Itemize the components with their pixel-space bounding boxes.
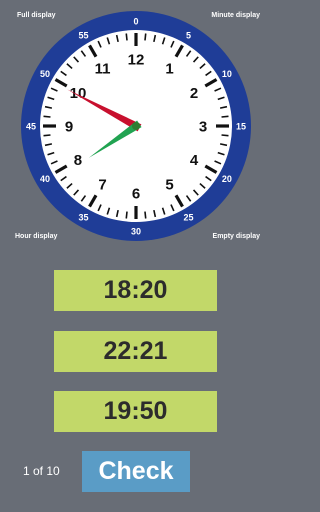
minute-number: 5 xyxy=(186,31,191,41)
hour-number: 7 xyxy=(98,177,106,194)
hour-number: 10 xyxy=(70,85,87,102)
answer-option-2[interactable]: 22:21 xyxy=(54,331,217,372)
minor-tick xyxy=(43,115,51,118)
check-button[interactable]: Check xyxy=(82,451,190,492)
minute-number: 10 xyxy=(222,69,232,79)
minute-number: 35 xyxy=(78,212,88,222)
hour-number: 5 xyxy=(165,177,173,194)
hour-number: 9 xyxy=(65,119,73,136)
minute-number: 40 xyxy=(40,174,50,184)
hour-number: 1 xyxy=(165,60,173,77)
hour-number: 12 xyxy=(128,52,145,69)
minute-number: 20 xyxy=(222,174,232,184)
minor-tick xyxy=(144,211,147,219)
answer-option-1[interactable]: 18:20 xyxy=(54,270,217,311)
hour-number: 6 xyxy=(132,186,140,203)
minor-tick xyxy=(43,134,51,137)
minor-tick xyxy=(221,134,229,137)
hour-number: 2 xyxy=(190,85,198,102)
progress-counter: 1 of 10 xyxy=(23,464,60,478)
hour-number: 8 xyxy=(74,152,82,169)
minute-number: 0 xyxy=(133,17,138,27)
minor-tick xyxy=(144,33,147,41)
clock-center-pin xyxy=(132,122,140,130)
minute-number: 15 xyxy=(236,122,246,132)
hour-number: 3 xyxy=(199,119,207,136)
hour-number: 4 xyxy=(190,152,199,169)
hour-number: 11 xyxy=(95,60,111,77)
minute-number: 25 xyxy=(183,212,193,222)
minute-number: 50 xyxy=(40,69,50,79)
answer-option-3[interactable]: 19:50 xyxy=(54,391,217,432)
minor-tick xyxy=(125,33,128,41)
minute-number: 45 xyxy=(26,122,36,132)
minor-tick xyxy=(221,115,229,118)
minute-number: 30 xyxy=(131,227,141,237)
minor-tick xyxy=(125,211,128,219)
minute-number: 55 xyxy=(78,31,88,41)
analog-clock: 0510152025303540455055 121234567891011 xyxy=(21,11,251,241)
